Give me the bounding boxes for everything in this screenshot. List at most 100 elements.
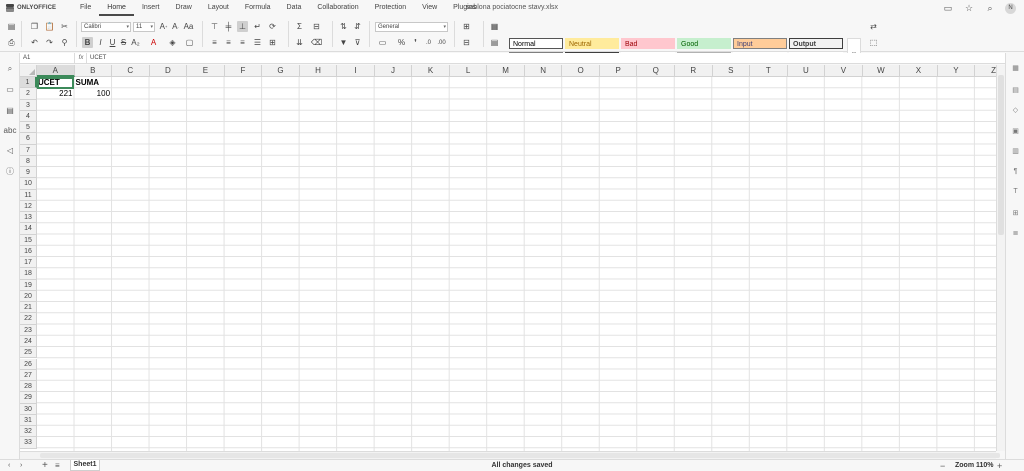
column-header-o[interactable]: O	[562, 65, 600, 77]
cell-settings-icon[interactable]: ▦	[1011, 63, 1020, 72]
row-header-13[interactable]: 13	[20, 212, 37, 224]
bold-button[interactable]: B	[82, 37, 93, 48]
format-as-table-icon[interactable]: ▤	[489, 37, 500, 48]
column-header-k[interactable]: K	[412, 65, 450, 77]
clear-filter-icon[interactable]: ⊽	[352, 37, 363, 48]
row-header-15[interactable]: 15	[20, 234, 37, 246]
row-header-6[interactable]: 6	[20, 133, 37, 145]
table-settings-icon[interactable]: ▤	[1011, 85, 1020, 94]
cell-style-input[interactable]: Input	[733, 38, 787, 49]
underline-button[interactable]: U	[107, 37, 118, 48]
cell-style-output[interactable]: Output	[789, 38, 843, 49]
menu-tab-protection[interactable]: Protection	[367, 0, 415, 16]
menu-tab-view[interactable]: View	[414, 0, 445, 16]
row-header-20[interactable]: 20	[20, 290, 37, 303]
row-header-3[interactable]: 3	[20, 99, 37, 111]
fill-color-icon[interactable]: ◈	[167, 37, 178, 48]
row-header-8[interactable]: 8	[20, 155, 37, 168]
borders-icon[interactable]: ▢	[184, 37, 195, 48]
column-header-i[interactable]: I	[337, 65, 375, 77]
conditional-formatting-icon[interactable]: ▦	[489, 21, 500, 32]
search-icon[interactable]: ⌕	[984, 2, 996, 14]
shape-settings-icon[interactable]: ◇	[1011, 105, 1020, 114]
fill-icon[interactable]: ⇊	[294, 37, 305, 48]
column-header-a[interactable]: A	[37, 65, 75, 77]
row-header-1[interactable]: 1	[20, 77, 37, 89]
column-header-e[interactable]: E	[187, 65, 225, 77]
row-header-22[interactable]: 22	[20, 313, 37, 325]
favorite-star-icon[interactable]: ☆	[963, 2, 975, 14]
row-header-9[interactable]: 9	[20, 167, 37, 179]
row-header-2[interactable]: 2	[20, 88, 37, 100]
row-header-31[interactable]: 31	[20, 414, 37, 427]
row-header-23[interactable]: 23	[20, 324, 37, 336]
column-header-m[interactable]: M	[487, 65, 525, 77]
textart-settings-icon[interactable]: T	[1011, 187, 1020, 196]
cell-style-neutral[interactable]: Neutral	[565, 38, 619, 49]
zoom-level[interactable]: Zoom 110%	[955, 460, 994, 471]
number-format-select[interactable]: General ▾	[375, 22, 448, 32]
decrease-font-icon[interactable]: A-	[170, 21, 181, 32]
row-header-30[interactable]: 30	[20, 403, 37, 415]
row-header-19[interactable]: 19	[20, 279, 37, 291]
change-case-icon[interactable]: Aa	[183, 21, 194, 32]
chat-icon[interactable]: ▤	[5, 105, 15, 115]
column-header-y[interactable]: Y	[937, 65, 976, 77]
row-header-11[interactable]: 11	[20, 189, 37, 201]
cell-area[interactable]: UCET SUMA 221 100	[37, 77, 1005, 451]
select-all-icon[interactable]: ⬚	[868, 37, 879, 48]
paragraph-settings-icon[interactable]: ¶	[1011, 167, 1020, 176]
copy-style-icon[interactable]: ⚲	[59, 37, 70, 48]
zoom-out-icon[interactable]: −	[940, 460, 945, 471]
named-ranges-icon[interactable]: ⊟	[311, 21, 322, 32]
clear-icon[interactable]: ⌫	[311, 37, 322, 48]
row-header-24[interactable]: 24	[20, 335, 37, 348]
align-center-icon[interactable]: ≡	[223, 37, 234, 48]
row-header-29[interactable]: 29	[20, 392, 37, 404]
column-header-v[interactable]: V	[825, 65, 863, 77]
menu-tab-home[interactable]: Home	[99, 0, 134, 16]
cell-style-bad[interactable]: Bad	[621, 38, 675, 49]
cell-b2[interactable]: 100	[75, 88, 113, 99]
feedback-icon[interactable]: ◁	[5, 145, 15, 155]
column-header-j[interactable]: J	[374, 65, 413, 77]
column-header-b[interactable]: B	[74, 65, 113, 77]
decrease-decimal-icon[interactable]: .0	[423, 37, 434, 48]
pivot-settings-icon[interactable]: ⊞	[1011, 208, 1020, 217]
row-header-4[interactable]: 4	[20, 110, 37, 123]
percent-format-icon[interactable]: %	[396, 37, 407, 48]
justify-icon[interactable]: ☰	[252, 37, 263, 48]
row-header-10[interactable]: 10	[20, 178, 37, 190]
filter-icon[interactable]: ▼	[338, 37, 349, 48]
column-header-t[interactable]: T	[750, 65, 788, 77]
image-settings-icon[interactable]: ▣	[1011, 126, 1020, 135]
replace-icon[interactable]: ⇄	[868, 21, 879, 32]
italic-button[interactable]: I	[95, 37, 106, 48]
align-right-icon[interactable]: ≡	[237, 37, 248, 48]
column-header-w[interactable]: W	[862, 65, 901, 77]
open-file-location-icon[interactable]: ▭	[942, 2, 954, 14]
column-header-h[interactable]: H	[299, 65, 338, 77]
strikethrough-button[interactable]: S	[118, 37, 129, 48]
subscript-icon[interactable]: A₂	[130, 37, 141, 48]
chart-settings-icon[interactable]: ▥	[1011, 146, 1020, 155]
cell-style-good[interactable]: Good	[677, 38, 731, 49]
text-orientation-icon[interactable]: ⟳	[267, 21, 278, 32]
cell-a2[interactable]: 221	[37, 88, 75, 99]
zoom-in-icon[interactable]: +	[997, 460, 1002, 471]
row-header-14[interactable]: 14	[20, 223, 37, 235]
increase-font-icon[interactable]: A +	[158, 21, 169, 32]
row-header-26[interactable]: 26	[20, 358, 37, 370]
menu-tab-plugins[interactable]: Plugins	[445, 0, 484, 16]
column-header-p[interactable]: P	[599, 65, 638, 77]
increase-decimal-icon[interactable]: .00	[436, 37, 447, 48]
insert-cells-icon[interactable]: ⊞	[461, 21, 472, 32]
column-header-g[interactable]: G	[262, 65, 300, 77]
row-header-5[interactable]: 5	[20, 122, 37, 134]
undo-icon[interactable]: ↶	[29, 37, 40, 48]
horizontal-scroll-thumb[interactable]	[40, 453, 1000, 458]
row-header-12[interactable]: 12	[20, 200, 37, 213]
name-box[interactable]: A1	[20, 53, 75, 64]
row-header-25[interactable]: 25	[20, 347, 37, 359]
wrap-text-icon[interactable]: ↵	[252, 21, 263, 32]
